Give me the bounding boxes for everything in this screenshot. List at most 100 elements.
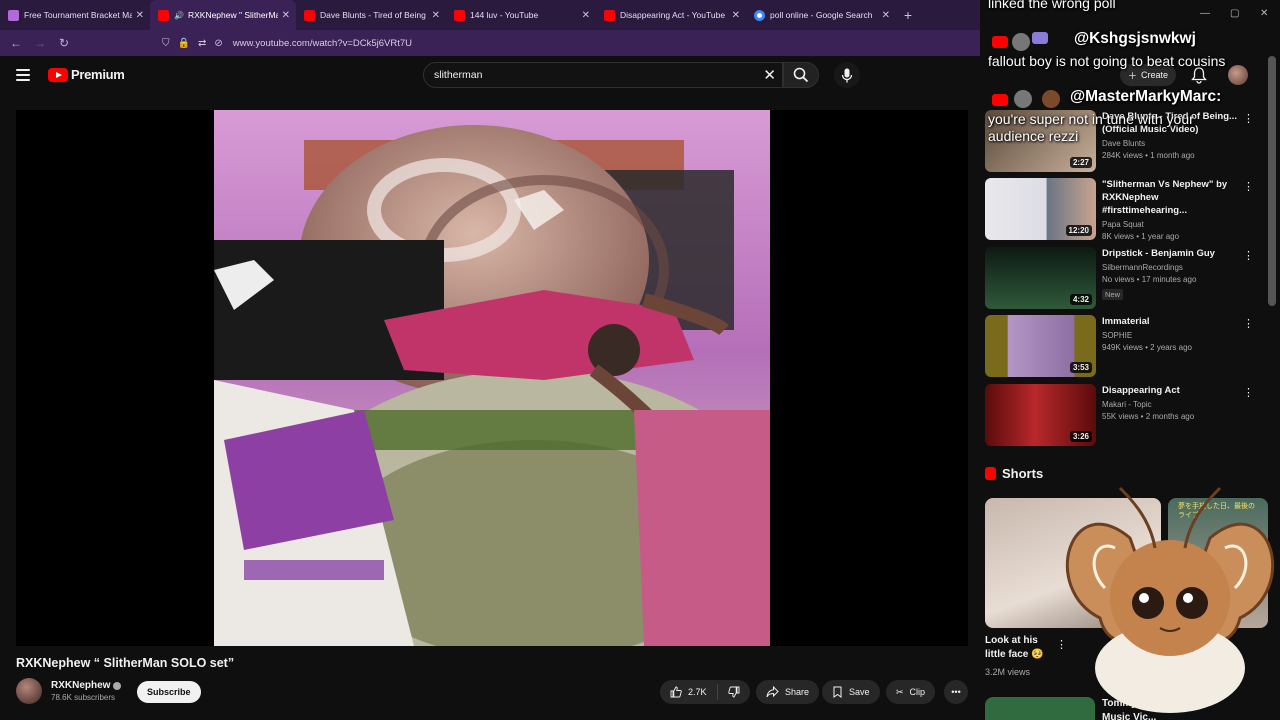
more-horizontal-icon: •••: [951, 687, 961, 697]
channel-name[interactable]: RXKNephew: [51, 680, 110, 691]
more-vertical-icon[interactable]: ⋮: [1243, 317, 1254, 330]
browser-tab-strip: Free Tournament Bracket Maker ✕ 🔊 RXKNep…: [0, 0, 980, 30]
video-artwork: [214, 110, 770, 646]
chat-message: fallout boy is not going to beat cousins: [988, 53, 1226, 69]
youtube-icon: [992, 94, 1008, 106]
video-frame[interactable]: [214, 110, 770, 646]
thumbs-down-icon: [727, 686, 739, 698]
browser-tab[interactable]: poll online - Google Search ✕: [746, 0, 896, 30]
recommendation-item[interactable]: 3:53 Immaterial SOPHIE 949K views • 2 ye…: [985, 315, 1254, 379]
chat-username: @MasterMarkyMarc:: [1070, 88, 1222, 105]
tab-favicon-icon: [8, 9, 19, 21]
video-thumbnail[interactable]: 4:32: [985, 247, 1096, 309]
share-icon: [766, 686, 779, 698]
more-actions-button[interactable]: •••: [944, 680, 968, 704]
microphone-icon: [841, 68, 853, 82]
voice-search-button[interactable]: [834, 62, 860, 88]
like-dislike-group: 2.7K: [660, 680, 750, 704]
tracking-off-icon[interactable]: ⊘: [214, 38, 222, 49]
tab-close-icon[interactable]: ✕: [882, 10, 890, 21]
shorts-section-heading: Shorts: [985, 466, 1043, 481]
channel-avatar[interactable]: [16, 678, 42, 704]
moth-mascot-overlay: [1065, 486, 1275, 713]
minimize-icon[interactable]: —: [1200, 8, 1210, 19]
url-field[interactable]: www.youtube.com/watch?v=DCk5j6VRt7U: [233, 38, 412, 49]
tab-favicon-icon: [304, 9, 315, 21]
tab-close-icon[interactable]: ✕: [732, 10, 740, 21]
youtube-icon: [992, 36, 1008, 48]
user-badge-icon: [1014, 90, 1032, 108]
permissions-icon[interactable]: ⇄: [198, 38, 206, 49]
video-title: RXKNephew “ SlitherMan SOLO set”: [16, 656, 235, 670]
clip-button[interactable]: ✂ Clip: [886, 680, 936, 704]
recommendation-item[interactable]: 12:20 "Slitherman Vs Nephew" by RXKNephe…: [985, 178, 1254, 242]
search-button[interactable]: [783, 62, 819, 88]
video-player[interactable]: [16, 110, 968, 646]
menu-icon[interactable]: [16, 69, 30, 81]
tab-close-icon[interactable]: ✕: [582, 10, 590, 21]
short-views: 3.2M views: [985, 667, 1031, 677]
bookmark-icon: [833, 686, 842, 698]
short-title[interactable]: Look at his little face 🥺: [985, 634, 1055, 662]
shorts-icon: [985, 467, 996, 480]
chat-username: @Kshgsjsnwkwj: [1074, 30, 1196, 47]
verified-icon: [113, 681, 122, 690]
tab-close-icon[interactable]: ✕: [282, 10, 290, 21]
thumbs-up-icon: [670, 686, 682, 698]
recommendation-item[interactable]: 4:32 Dripstick - Benjamin Guy Silbermann…: [985, 247, 1254, 311]
dislike-button[interactable]: [718, 680, 750, 704]
lock-icon[interactable]: 🔒: [178, 38, 190, 49]
maximize-icon[interactable]: ▢: [1230, 8, 1239, 19]
reload-icon[interactable]: ↻: [52, 36, 76, 50]
recommendation-item[interactable]: 3:26 Disappearing Act Makari - Topic 55K…: [985, 384, 1254, 448]
tab-close-icon[interactable]: ✕: [136, 10, 144, 21]
shield-icon[interactable]: ⛉: [162, 38, 170, 49]
recommendation-meta: Immaterial SOPHIE 949K views • 2 years a…: [1102, 316, 1192, 352]
browser-tab[interactable]: Dave Blunts - Tired of Being Gr... ✕: [296, 0, 446, 30]
chat-message: linked the wrong poll: [988, 0, 1116, 11]
channel-info: RXKNephew 78.6K subscribers: [16, 678, 122, 704]
browser-tab[interactable]: Disappearing Act - YouTube ✕: [596, 0, 746, 30]
subscriber-count: 78.6K subscribers: [51, 693, 116, 702]
youtube-play-icon: [48, 67, 68, 82]
user-avatar-icon: [1042, 90, 1060, 108]
browser-tab[interactable]: 144 luv - YouTube ✕: [446, 0, 596, 30]
new-badge: New: [1102, 289, 1124, 300]
video-thumbnail[interactable]: 3:53: [985, 315, 1096, 377]
more-vertical-icon[interactable]: ⋮: [1243, 249, 1254, 262]
tab-favicon-icon: [158, 9, 169, 21]
clear-search-icon[interactable]: ✕: [763, 66, 776, 84]
browser-tab-active[interactable]: 🔊 RXKNephew " SlitherMan SOLO ✕: [150, 0, 296, 30]
like-button[interactable]: 2.7K: [660, 680, 717, 704]
speaker-icon[interactable]: 🔊: [174, 11, 184, 20]
search-input[interactable]: slitherman ✕: [423, 62, 783, 88]
chat-message: you're super not in tune with your: [988, 111, 1194, 127]
chat-overlay: linked the wrong poll @Kshgsjsnwkwj fall…: [980, 0, 1280, 160]
tab-close-icon[interactable]: ✕: [432, 10, 440, 21]
new-tab-button[interactable]: +: [896, 7, 920, 23]
channel-text: RXKNephew 78.6K subscribers: [51, 680, 122, 702]
search-icon: [793, 67, 809, 83]
recommendation-meta: Disappearing Act Makari - Topic 55K view…: [1102, 385, 1195, 421]
save-button[interactable]: Save: [822, 680, 880, 704]
more-vertical-icon[interactable]: ⋮: [1243, 386, 1254, 399]
scrollbar[interactable]: [1268, 56, 1276, 306]
scissors-icon: ✂: [896, 686, 904, 697]
google-favicon-icon: [754, 9, 765, 21]
crown-icon: [1032, 32, 1048, 44]
recommendation-meta: "Slitherman Vs Nephew" by RXKNephew #fir…: [1102, 179, 1228, 241]
video-thumbnail[interactable]: 3:26: [985, 384, 1096, 446]
window-close-icon[interactable]: ✕: [1260, 8, 1268, 19]
share-button[interactable]: Share: [756, 680, 820, 704]
recommendation-meta: Dripstick - Benjamin Guy SilbermannRecor…: [1102, 248, 1215, 300]
back-arrow-icon[interactable]: ←: [4, 36, 28, 50]
tab-favicon-icon: [604, 9, 615, 21]
more-vertical-icon[interactable]: ⋮: [1243, 180, 1254, 193]
browser-tab[interactable]: Free Tournament Bracket Maker ✕: [0, 0, 150, 30]
channel-name-row: RXKNephew: [51, 680, 122, 691]
subscribe-button[interactable]: Subscribe: [137, 681, 201, 703]
forward-arrow-icon[interactable]: →: [28, 36, 52, 50]
video-thumbnail[interactable]: 12:20: [985, 178, 1096, 240]
tab-favicon-icon: [454, 9, 465, 21]
youtube-premium-logo[interactable]: Premium: [48, 67, 125, 82]
